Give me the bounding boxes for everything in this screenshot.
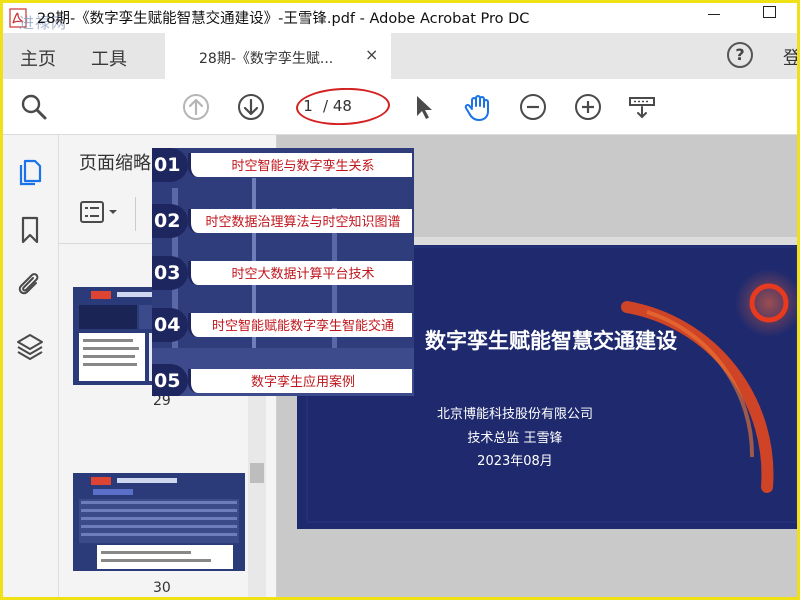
previous-page-icon[interactable] [181, 92, 211, 122]
slide-title: 数字孪生赋能智慧交通建设 [425, 329, 677, 353]
tab-tools[interactable]: 工具 [91, 45, 127, 71]
tab-home[interactable]: 主页 [20, 45, 56, 71]
contents-bar: 时空数据治理算法与时空知识图谱 [188, 209, 412, 233]
hand-tool-icon[interactable] [463, 92, 493, 122]
contents-label: 时空智能与数字孪生关系 [231, 159, 375, 174]
contents-bar: 时空智能与数字孪生关系 [188, 153, 412, 177]
toolbar: 1 / 48 [3, 79, 797, 135]
thumbnail-30-preview [73, 473, 245, 571]
slide-author: 技术总监 王雪锋 [467, 431, 563, 446]
contents-label: 时空大数据计算平台技术 [231, 267, 375, 282]
help-icon[interactable]: ? [727, 42, 753, 68]
close-tab-button[interactable]: × [365, 45, 378, 64]
contents-number: 04 [152, 308, 188, 342]
slide-company: 北京博能科技股份有限公司 [436, 407, 593, 422]
thumbnail-page-number: 30 [153, 580, 171, 596]
window-title: 28期-《数字孪生赋能智慧交通建设》-王雪锋.pdf - Adobe Acrob… [37, 11, 530, 27]
contents-bar: 时空大数据计算平台技术 [188, 261, 412, 285]
sign-in-button[interactable]: 登 [783, 44, 797, 70]
next-page-icon[interactable] [236, 92, 266, 122]
select-cursor-icon[interactable] [408, 92, 438, 122]
contents-item-02[interactable]: 02 时空数据治理算法与时空知识图谱 [152, 204, 414, 238]
contents-item-05[interactable]: 05 数字孪生应用案例 [152, 364, 414, 396]
contents-bar: 时空智能赋能数字孪生智能交通 [188, 313, 412, 337]
tab-document[interactable]: 28期-《数字孪生赋... × [165, 33, 391, 79]
side-tools-bar [3, 135, 59, 597]
bookmarks-icon[interactable] [16, 215, 44, 245]
contents-item-01[interactable]: 01 时空智能与数字孪生关系 [152, 148, 414, 182]
zoom-out-icon[interactable] [518, 92, 548, 122]
zoom-in-icon[interactable] [573, 92, 603, 122]
maximize-button[interactable] [763, 6, 776, 18]
minimize-button[interactable] [703, 3, 725, 27]
document-tab-label: 28期-《数字孪生赋... [199, 51, 334, 67]
layers-icon[interactable] [16, 331, 44, 361]
search-icon[interactable] [19, 92, 49, 122]
annotation-ellipse [295, 86, 391, 127]
attachments-icon[interactable] [16, 271, 44, 301]
title-bar: 进禄网 28期-《数字孪生赋能智慧交通建设》-王雪锋.pdf - Adobe A… [3, 3, 797, 33]
contents-label: 数字孪生应用案例 [250, 375, 355, 390]
acrobat-window: 进禄网 28期-《数字孪生赋能智慧交通建设》-王雪锋.pdf - Adobe A… [3, 3, 797, 597]
thumbnail-options-icon[interactable] [79, 199, 123, 225]
contents-number: 03 [152, 256, 188, 290]
scrollbar-thumb[interactable] [250, 463, 264, 483]
contents-number: 05 [152, 364, 188, 396]
contents-number: 01 [152, 148, 188, 182]
page-display-icon[interactable] [627, 92, 657, 122]
slide-date: 2023年08月 [477, 454, 553, 469]
toolbar-separator [135, 197, 136, 231]
contents-label: 时空数据治理算法与时空知识图谱 [205, 215, 401, 230]
thumbnail-page-30[interactable] [73, 473, 245, 571]
contents-overlay: 01 时空智能与数字孪生关系 02 时空数据治理算法与时空知识图谱 03 时空大… [152, 148, 414, 396]
contents-item-03[interactable]: 03 时空大数据计算平台技术 [152, 256, 414, 290]
contents-bar: 数字孪生应用案例 [188, 369, 412, 393]
page-thumbnails-icon[interactable] [16, 157, 44, 187]
contents-item-04[interactable]: 04 时空智能赋能数字孪生智能交通 [152, 308, 414, 342]
tab-bar: 主页 工具 28期-《数字孪生赋... × ? 登 [3, 33, 797, 79]
contents-label: 时空智能赋能数字孪生智能交通 [211, 319, 394, 334]
contents-number: 02 [152, 204, 188, 238]
